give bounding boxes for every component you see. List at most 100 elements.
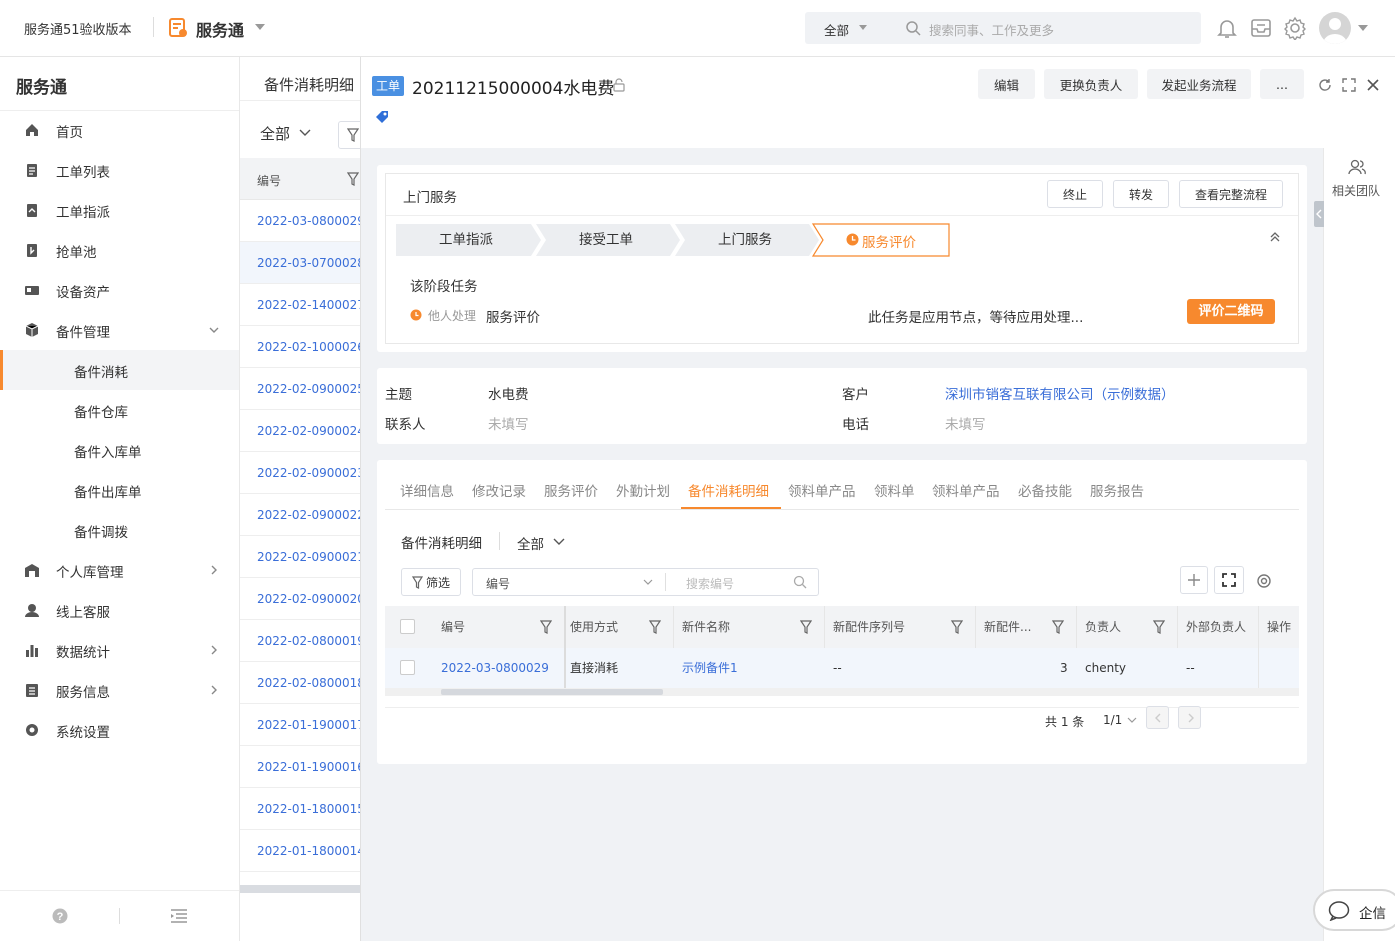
list-item[interactable]: 2022-03-0700028: [240, 242, 360, 284]
edit-button[interactable]: 编辑: [978, 69, 1035, 99]
list-item[interactable]: 2022-01-1900016: [240, 746, 360, 788]
bell-icon[interactable]: [1215, 16, 1239, 40]
sidebar-item-parts-outbound[interactable]: 备件出库单: [0, 470, 239, 510]
list-item[interactable]: 2022-02-1000026: [240, 326, 360, 368]
view-full-flow-button[interactable]: 查看完整流程: [1179, 180, 1283, 208]
filter-icon[interactable]: [800, 620, 814, 634]
list-scrollbar[interactable]: [240, 885, 360, 893]
prev-page-button[interactable]: [1146, 706, 1169, 729]
sidebar-item-parts-transfer[interactable]: 备件调拨: [0, 510, 239, 550]
list-item[interactable]: 2022-02-0900023: [240, 452, 360, 494]
field-select[interactable]: 编号: [486, 575, 510, 592]
tab-field-plan[interactable]: 外勤计划: [616, 480, 670, 500]
col-header[interactable]: 新配件...: [984, 606, 1031, 648]
tab-service-evaluation[interactable]: 服务评价: [544, 480, 598, 500]
cell-code[interactable]: 2022-03-0800029: [441, 648, 549, 688]
settings-icon[interactable]: [1256, 573, 1272, 589]
sidebar-item-grab-pool[interactable]: 抢单池: [0, 230, 239, 270]
sidebar-item-ticket-list[interactable]: 工单列表: [0, 150, 239, 190]
tag-icon[interactable]: [374, 109, 390, 125]
list-item[interactable]: 2022-01-1800014: [240, 830, 360, 872]
list-item[interactable]: 2022-01-1800015: [240, 788, 360, 830]
avatar[interactable]: [1319, 12, 1351, 44]
sidebar-item-personal-warehouse[interactable]: 个人库管理: [0, 550, 239, 590]
sidebar-item-ticket-assign[interactable]: 工单指派: [0, 190, 239, 230]
more-button[interactable]: ...: [1260, 69, 1304, 99]
filter-icon[interactable]: [1052, 620, 1066, 634]
sidebar-item-parts-warehouse[interactable]: 备件仓库: [0, 390, 239, 430]
tab-requisition-products[interactable]: 领料单产品: [788, 480, 856, 500]
tab-service-report[interactable]: 服务报告: [1090, 480, 1144, 500]
col-header[interactable]: 负责人: [1085, 606, 1121, 648]
step-assign[interactable]: 工单指派: [396, 224, 536, 256]
list-item[interactable]: 2022-01-1900017: [240, 704, 360, 746]
change-owner-button[interactable]: 更换负责人: [1044, 69, 1138, 99]
filter-button[interactable]: 筛选: [401, 568, 461, 596]
table-scrollbar-thumb[interactable]: [441, 689, 663, 695]
chat-button[interactable]: 企信: [1313, 889, 1395, 931]
gear-icon[interactable]: [1283, 16, 1307, 40]
filter-icon[interactable]: [1153, 620, 1167, 634]
filter-icon[interactable]: [951, 620, 965, 634]
list-item[interactable]: 2022-02-1400027: [240, 284, 360, 326]
sidebar-item-settings[interactable]: 系统设置: [0, 710, 239, 750]
tab-required-skills[interactable]: 必备技能: [1018, 480, 1072, 500]
refresh-icon[interactable]: [1318, 78, 1332, 92]
list-item[interactable]: 2022-02-0900024: [240, 410, 360, 452]
list-item[interactable]: 2022-02-0900021: [240, 536, 360, 578]
start-flow-button[interactable]: 发起业务流程: [1147, 69, 1251, 99]
app-switcher[interactable]: 服务通: [196, 17, 244, 41]
global-search[interactable]: 全部 搜索同事、工作及更多: [805, 12, 1201, 44]
list-item[interactable]: 2022-02-0800019: [240, 620, 360, 662]
filter-icon[interactable]: [649, 620, 663, 634]
add-button[interactable]: [1180, 566, 1208, 594]
sidebar-item-statistics[interactable]: 数据统计: [0, 630, 239, 670]
chevron-down-icon[interactable]: [254, 22, 266, 32]
sidebar-item-parts-consumption[interactable]: 备件消耗: [0, 350, 239, 390]
terminate-button[interactable]: 终止: [1047, 180, 1103, 208]
sidebar-item-device-assets[interactable]: 设备资产: [0, 270, 239, 310]
sub-scope[interactable]: 全部: [517, 533, 544, 553]
tab-change-log[interactable]: 修改记录: [472, 480, 526, 500]
col-header[interactable]: 编号: [441, 606, 465, 648]
list-item[interactable]: 2022-02-0900025: [240, 368, 360, 410]
collapse-menu-icon[interactable]: [170, 908, 188, 924]
search-scope[interactable]: 全部: [824, 20, 849, 39]
collapse-icon[interactable]: [1269, 231, 1281, 243]
step-evaluate[interactable]: 服务评价: [862, 231, 916, 251]
select-all-checkbox[interactable]: [400, 619, 415, 634]
related-team-label[interactable]: 相关团队: [1332, 182, 1380, 199]
step-onsite[interactable]: 上门服务: [675, 224, 815, 256]
col-header[interactable]: 新件名称: [682, 606, 730, 648]
team-icon[interactable]: [1348, 159, 1366, 175]
chevron-down-icon[interactable]: [1357, 24, 1369, 32]
tab-details[interactable]: 详细信息: [400, 480, 454, 500]
search-input[interactable]: 搜索同事、工作及更多: [929, 20, 1054, 39]
list-item[interactable]: 2022-03-0800029: [240, 200, 360, 242]
table-row[interactable]: 2022-03-0800029 直接消耗 示例备件1 -- 3 chenty -…: [385, 648, 1299, 688]
sidebar-item-home[interactable]: 首页: [0, 110, 239, 150]
list-item[interactable]: 2022-02-0900022: [240, 494, 360, 536]
tab-requisition[interactable]: 领料单: [874, 480, 915, 500]
sidebar-item-parts-management[interactable]: 备件管理: [0, 310, 239, 350]
sidebar-item-service-info[interactable]: 服务信息: [0, 670, 239, 710]
sub-search-input[interactable]: 搜索编号: [686, 575, 734, 592]
list-filter-button[interactable]: [338, 121, 360, 149]
customer-link[interactable]: 深圳市销客互联有限公司（示例数据）: [945, 383, 1175, 403]
sidebar-item-online-service[interactable]: 线上客服: [0, 590, 239, 630]
evaluate-qr-button[interactable]: 评价二维码: [1187, 299, 1275, 324]
next-page-button[interactable]: [1178, 706, 1201, 729]
list-scope[interactable]: 全部: [260, 123, 290, 144]
close-icon[interactable]: [1366, 78, 1380, 92]
tab-parts-consumption[interactable]: 备件消耗明细: [688, 480, 769, 500]
help-icon[interactable]: ?: [52, 908, 68, 924]
forward-button[interactable]: 转发: [1113, 180, 1169, 208]
search-icon[interactable]: [793, 575, 807, 589]
page-indicator[interactable]: 1/1: [1103, 713, 1122, 727]
col-header[interactable]: 外部负责人: [1186, 606, 1246, 648]
list-item[interactable]: 2022-02-0900020: [240, 578, 360, 620]
rail-toggle[interactable]: [1314, 201, 1324, 227]
row-checkbox[interactable]: [400, 660, 415, 675]
step-accept[interactable]: 接受工单: [536, 224, 676, 256]
expand-button[interactable]: [1214, 566, 1244, 594]
